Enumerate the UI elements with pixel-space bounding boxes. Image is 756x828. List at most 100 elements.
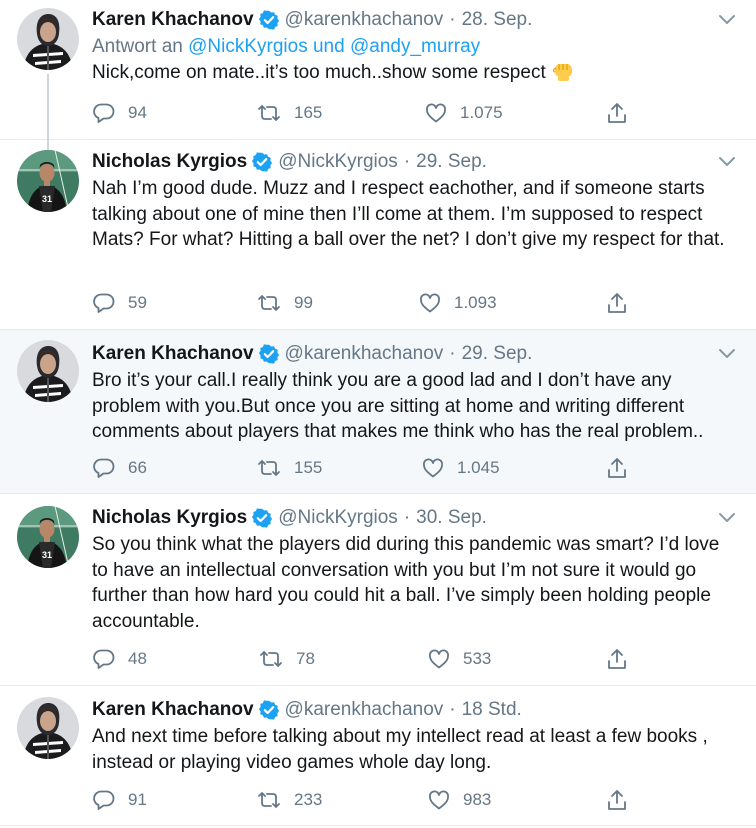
user-handle[interactable]: @NickKyrgios (278, 504, 398, 532)
user-handle[interactable]: @NickKyrgios (278, 148, 398, 176)
tweet-thread: Karen Khachanov @karenkhachanov · 28. Se… (0, 0, 756, 828)
user-handle[interactable]: @karenkhachanov (285, 696, 444, 724)
retweet-count: 155 (294, 458, 323, 477)
like-button[interactable]: 1.045 (421, 455, 500, 481)
like-button[interactable]: 983 (427, 787, 491, 813)
separator: · (449, 343, 456, 364)
tweet-header: Nicholas Kyrgios @NickKyrgios · 29. Sep. (92, 148, 736, 176)
reply-button[interactable]: 66 (92, 455, 147, 481)
retweet-count: 233 (294, 790, 323, 809)
mention-link[interactable]: @andy_murray (350, 36, 480, 57)
tweet[interactable]: 31 Nicholas Kyrgios @NickKyrgios · 29. S… (0, 140, 756, 330)
tweet-date[interactable]: 29. Sep. (416, 148, 487, 176)
tweet-header: Karen Khachanov @karenkhachanov · 18 Std… (92, 696, 736, 724)
verified-badge-icon (258, 10, 279, 30)
tweet[interactable]: Karen Khachanov @karenkhachanov · 18 Std… (0, 686, 756, 826)
tweet-content: Karen Khachanov @karenkhachanov · 29. Se… (92, 340, 736, 445)
tweet-content: Nicholas Kyrgios @NickKyrgios · 29. Sep.… (92, 148, 736, 253)
tweet-date[interactable]: 30. Sep. (416, 504, 487, 532)
chevron-down-icon[interactable] (718, 6, 736, 34)
display-name[interactable]: Nicholas Kyrgios (92, 148, 247, 176)
share-button[interactable] (605, 787, 629, 813)
tweet-date[interactable]: 18 Std. (462, 696, 522, 724)
tweet[interactable]: 31 Nicholas Kyrgios @NickKyrgios · 30. S… (0, 494, 756, 686)
like-button[interactable]: 1.093 (418, 290, 497, 316)
avatar-karen-khachanov[interactable] (17, 340, 79, 402)
svg-text:31: 31 (42, 194, 52, 204)
retweet-button[interactable]: 165 (256, 100, 322, 126)
retweet-button[interactable]: 99 (256, 290, 313, 316)
tweet-text: Nah I’m good dude. Muzz and I respect ea… (92, 178, 725, 250)
tweet-date[interactable]: 28. Sep. (462, 6, 533, 34)
retweet-button[interactable]: 233 (256, 787, 322, 813)
separator: · (449, 9, 456, 30)
tweet-content: Nicholas Kyrgios @NickKyrgios · 30. Sep.… (92, 504, 736, 634)
tweet-actions: 59 99 1.093 (0, 290, 756, 316)
avatar-nicholas-kyrgios[interactable]: 31 (17, 506, 79, 568)
tweet-text: Nick,come on mate..it’s too much..show s… (92, 60, 736, 86)
share-button[interactable] (605, 100, 629, 126)
like-button[interactable]: 1.075 (424, 100, 503, 126)
separator: · (403, 151, 411, 172)
share-button[interactable] (605, 646, 629, 672)
tweet[interactable]: Karen Khachanov @karenkhachanov · 28. Se… (0, 0, 756, 140)
verified-badge-icon (252, 508, 273, 528)
retweet-button[interactable]: 155 (256, 455, 322, 481)
separator: · (403, 507, 411, 528)
verified-badge-icon (252, 152, 273, 172)
reply-count: 91 (128, 790, 147, 809)
raised-fist-icon (552, 60, 576, 82)
tweet[interactable]: Karen Khachanov @karenkhachanov · 29. Se… (0, 330, 756, 494)
reply-count: 66 (128, 458, 147, 477)
share-button[interactable] (605, 290, 629, 316)
reply-prefix: Antwort an (92, 36, 189, 57)
tweet-date[interactable]: 29. Sep. (462, 340, 533, 368)
avatar-nicholas-kyrgios[interactable]: 31 (17, 150, 79, 212)
tweet-actions: 91 233 983 (0, 787, 756, 813)
tweet-text: Bro it’s your call.I really think you ar… (92, 370, 704, 442)
reply-count: 94 (128, 103, 147, 122)
like-button[interactable]: 533 (427, 646, 491, 672)
retweet-count: 165 (294, 103, 323, 122)
reply-button[interactable]: 94 (92, 100, 147, 126)
reply-button[interactable]: 48 (92, 646, 147, 672)
like-count: 533 (463, 649, 492, 668)
like-count: 1.093 (454, 293, 497, 312)
reply-count: 48 (128, 649, 147, 668)
display-name[interactable]: Nicholas Kyrgios (92, 504, 247, 532)
retweet-button[interactable]: 78 (258, 646, 315, 672)
like-count: 1.075 (460, 103, 503, 122)
reply-joiner: und (307, 36, 350, 57)
tweet-content: Karen Khachanov @karenkhachanov · 28. Se… (92, 6, 736, 86)
tweet-content: Karen Khachanov @karenkhachanov · 18 Std… (92, 696, 736, 775)
tweet-actions: 48 78 533 (0, 646, 756, 672)
tweet-header: Karen Khachanov @karenkhachanov · 28. Se… (92, 6, 736, 34)
avatar-karen-khachanov[interactable] (17, 697, 79, 759)
display-name[interactable]: Karen Khachanov (92, 6, 254, 34)
chevron-down-icon[interactable] (718, 340, 736, 368)
like-count: 983 (463, 790, 492, 809)
reply-button[interactable]: 59 (92, 290, 147, 316)
tweet-actions: 94 165 1.075 (0, 100, 756, 126)
display-name[interactable]: Karen Khachanov (92, 696, 254, 724)
svg-text:31: 31 (42, 550, 52, 560)
verified-badge-icon (258, 700, 279, 720)
reply-button[interactable]: 91 (92, 787, 147, 813)
reply-context: Antwort an @NickKyrgios und @andy_murray (92, 34, 736, 60)
tweet-header: Nicholas Kyrgios @NickKyrgios · 30. Sep. (92, 504, 736, 532)
retweet-count: 99 (294, 293, 313, 312)
user-handle[interactable]: @karenkhachanov (285, 6, 444, 34)
mention-link[interactable]: @NickKyrgios (188, 36, 308, 57)
chevron-down-icon[interactable] (718, 504, 736, 532)
share-button[interactable] (605, 455, 629, 481)
separator: · (449, 699, 456, 720)
tweet-header: Karen Khachanov @karenkhachanov · 29. Se… (92, 340, 736, 368)
display-name[interactable]: Karen Khachanov (92, 340, 254, 368)
tweet-text-body: Nick,come on mate..it’s too much..show s… (92, 62, 546, 83)
like-count: 1.045 (457, 458, 500, 477)
tweet-text: And next time before talking about my in… (92, 726, 708, 773)
chevron-down-icon[interactable] (718, 148, 736, 176)
avatar-karen-khachanov[interactable] (17, 8, 79, 70)
tweet-actions: 66 155 1.045 (0, 455, 756, 481)
user-handle[interactable]: @karenkhachanov (285, 340, 444, 368)
